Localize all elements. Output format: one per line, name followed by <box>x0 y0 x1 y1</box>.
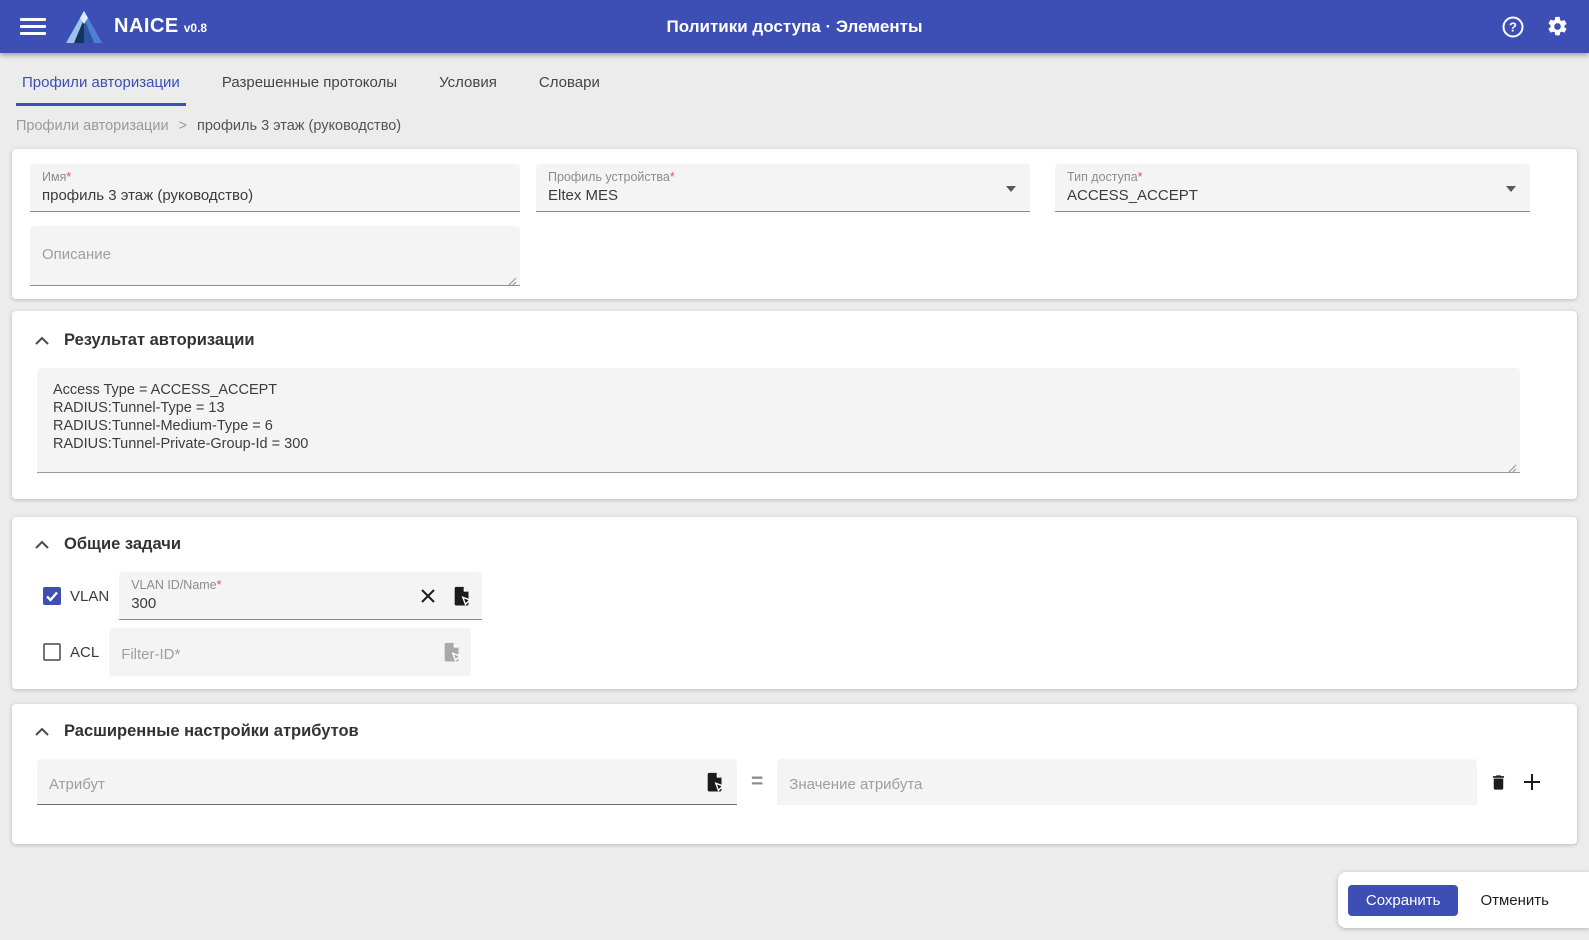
equals-sign: = <box>751 770 764 793</box>
clear-icon[interactable] <box>419 587 437 605</box>
insert-from-dictionary-icon[interactable] <box>451 585 472 607</box>
acl-checkbox[interactable] <box>43 643 61 661</box>
breadcrumb-separator: > <box>178 118 188 134</box>
chevron-up-icon <box>35 540 49 549</box>
breadcrumb-parent[interactable]: Профили авторизации <box>16 118 169 134</box>
tab-bar: Профили авторизации Разрешенные протокол… <box>0 53 1589 106</box>
device-profile-label: Профиль устройства* <box>548 170 675 184</box>
delete-trash-icon[interactable] <box>1489 772 1508 793</box>
action-bar: Сохранить Отменить <box>1337 872 1589 928</box>
insert-from-dictionary-icon[interactable] <box>704 771 725 793</box>
app-name: NAICE <box>114 15 179 37</box>
vlan-id-input[interactable] <box>131 595 403 612</box>
breadcrumb-current: профиль 3 этаж (руководство) <box>197 118 402 134</box>
common-tasks-title: Общие задачи <box>64 535 181 553</box>
tab-dictionaries[interactable]: Словари <box>533 70 606 106</box>
filter-id-input[interactable] <box>121 646 392 663</box>
svg-text:?: ? <box>1509 19 1517 34</box>
advanced-attrs-header[interactable]: Расширенные настройки атрибутов <box>34 722 1577 741</box>
attribute-value-field[interactable] <box>777 759 1478 805</box>
vlan-task-row: VLAN VLAN ID/Name* <box>43 572 1577 620</box>
auth-result-card: Результат авторизации Access Type = ACCE… <box>12 311 1577 499</box>
vlan-id-field-label: VLAN ID/Name* <box>131 578 222 592</box>
device-profile-select[interactable]: Профиль устройства* Eltex MES <box>536 164 1030 212</box>
attribute-row: = <box>37 759 1577 805</box>
app-brand: NAICE v0.8 <box>114 15 207 38</box>
cancel-button[interactable]: Отменить <box>1466 885 1563 916</box>
description-textarea[interactable] <box>30 226 520 286</box>
profile-form-card: Имя* Профиль устройства* Eltex MES Тип д… <box>12 149 1577 299</box>
save-button[interactable]: Сохранить <box>1347 884 1459 916</box>
auth-result-header[interactable]: Результат авторизации <box>34 331 1577 350</box>
advanced-attrs-title: Расширенные настройки атрибутов <box>64 722 359 740</box>
breadcrumb: Профили авторизации > профиль 3 этаж (ру… <box>16 118 1589 134</box>
chevron-down-icon <box>1006 186 1016 192</box>
app-header: NAICE v0.8 Политики доступа · Элементы ? <box>0 0 1589 53</box>
name-field[interactable]: Имя* <box>30 164 520 212</box>
access-type-value: ACCESS_ACCEPT <box>1067 187 1198 204</box>
name-input[interactable] <box>42 187 508 204</box>
device-profile-value: Eltex MES <box>548 187 619 204</box>
common-tasks-card: Общие задачи VLAN VLAN ID/Name* 300 ACL … <box>12 517 1577 689</box>
chevron-up-icon <box>35 727 49 736</box>
attribute-field[interactable] <box>37 759 737 805</box>
attribute-value-input[interactable] <box>789 776 1464 793</box>
tab-auth-profiles[interactable]: Профили авторизации <box>16 70 186 106</box>
app-logo-icon <box>66 10 102 43</box>
acl-checkbox-label: ACL <box>70 643 100 661</box>
chevron-up-icon <box>35 336 49 345</box>
attribute-input[interactable] <box>49 776 689 793</box>
help-icon[interactable]: ? <box>1501 15 1525 39</box>
page-title: Политики доступа · Элементы <box>666 16 923 36</box>
tab-allowed-protocols[interactable]: Разрешенные протоколы <box>216 70 403 106</box>
settings-gear-icon[interactable] <box>1545 15 1569 39</box>
add-plus-icon[interactable] <box>1522 772 1542 792</box>
advanced-attrs-card: Расширенные настройки атрибутов = <box>12 704 1577 844</box>
tab-conditions[interactable]: Условия <box>433 70 503 106</box>
screen: NAICE v0.8 Политики доступа · Элементы ?… <box>0 0 1589 940</box>
app-version: v0.8 <box>183 21 208 35</box>
auth-result-textarea[interactable]: Access Type = ACCESS_ACCEPT RADIUS:Tunne… <box>37 368 1520 473</box>
vlan-checkbox-label: VLAN <box>70 587 110 605</box>
insert-from-dictionary-icon <box>444 642 462 662</box>
filter-id-field[interactable] <box>109 628 472 676</box>
name-field-label: Имя* <box>42 170 72 184</box>
common-tasks-header[interactable]: Общие задачи <box>34 535 1577 554</box>
chevron-down-icon <box>1506 186 1516 192</box>
vlan-checkbox[interactable] <box>43 587 61 605</box>
access-type-select[interactable]: Тип доступа* ACCESS_ACCEPT <box>1055 164 1530 212</box>
acl-task-row: ACL <box>43 628 1577 676</box>
menu-icon[interactable] <box>20 14 46 39</box>
auth-result-title: Результат авторизации <box>64 331 255 349</box>
access-type-label: Тип доступа* <box>1067 170 1143 184</box>
